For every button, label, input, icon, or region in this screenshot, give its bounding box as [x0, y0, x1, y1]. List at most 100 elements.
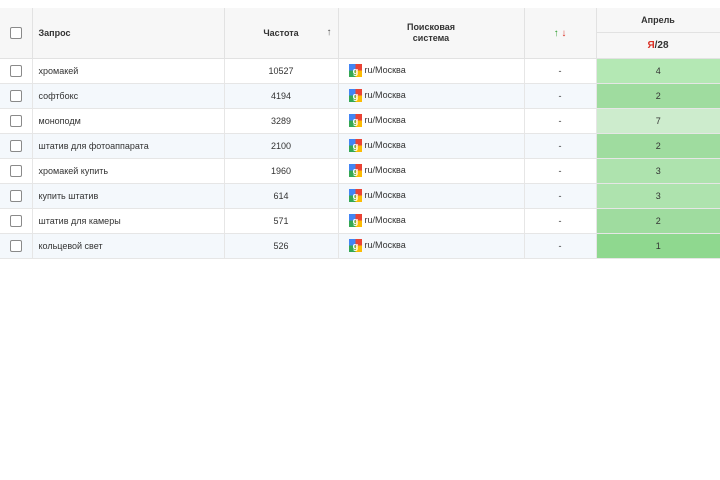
- query-cell[interactable]: моноподм: [32, 108, 225, 134]
- google-icon: g: [348, 188, 362, 202]
- row-checkbox[interactable]: [9, 165, 22, 177]
- trend-column-header: ↑ ↓: [524, 8, 597, 59]
- trend-down-icon: ↓: [561, 27, 567, 39]
- search-engine-cell: g ru/Москва: [338, 233, 525, 259]
- trend-cell: -: [524, 58, 597, 84]
- yandex-letter: Я: [647, 40, 655, 51]
- position-cell[interactable]: 3: [596, 183, 720, 209]
- google-icon: g: [348, 138, 362, 152]
- table-row: моноподм 3289 g ru/Москва -7: [0, 108, 720, 134]
- select-all-checkbox[interactable]: [9, 27, 22, 39]
- frequency-cell: 571: [224, 208, 339, 234]
- trend-cell: -: [524, 133, 597, 159]
- row-checkbox[interactable]: [9, 190, 22, 202]
- google-icon: g: [348, 63, 362, 77]
- row-select-cell: [0, 133, 33, 159]
- row-select-cell: [0, 183, 33, 209]
- trend-cell: -: [524, 233, 597, 259]
- row-checkbox[interactable]: [9, 115, 22, 127]
- search-engine-cell: g ru/Москва: [338, 58, 525, 84]
- table-row: штатив для фотоаппарата 2100 g ru/Москва -2: [0, 133, 720, 159]
- search-engine-region: ru/Москва: [364, 240, 406, 250]
- frequency-cell: 614: [224, 183, 339, 209]
- sort-up-icon[interactable]: ↑: [327, 27, 332, 38]
- svg-text:g: g: [352, 116, 358, 126]
- frequency-cell: 526: [224, 233, 339, 259]
- query-cell[interactable]: штатив для фотоаппарата: [32, 133, 225, 159]
- table-row: штатив для камеры 571 g ru/Москва -2: [0, 208, 720, 234]
- frequency-cell: 2100: [224, 133, 339, 159]
- row-select-cell: [0, 108, 33, 134]
- search-engine-region: ru/Москва: [364, 190, 406, 200]
- select-all-cell: [0, 8, 33, 59]
- search-engine-region: ru/Москва: [364, 65, 406, 75]
- search-engine-region: ru/Москва: [364, 90, 406, 100]
- trend-cell: -: [524, 158, 597, 184]
- svg-text:g: g: [352, 216, 358, 226]
- row-checkbox[interactable]: [9, 65, 22, 77]
- date-column-header[interactable]: Я/28: [596, 32, 720, 59]
- frequency-column-header[interactable]: Частота ↑: [224, 8, 339, 59]
- google-icon: g: [348, 238, 362, 252]
- row-checkbox[interactable]: [9, 140, 22, 152]
- row-select-cell: [0, 83, 33, 109]
- query-cell[interactable]: штатив для камеры: [32, 208, 225, 234]
- query-cell[interactable]: купить штатив: [32, 183, 225, 209]
- frequency-header-label: Частота: [263, 28, 299, 38]
- row-select-cell: [0, 208, 33, 234]
- svg-text:g: g: [352, 241, 358, 251]
- search-engine-column-header: Поисковая система: [338, 8, 525, 59]
- search-engine-region: ru/Москва: [364, 115, 406, 125]
- query-column-header[interactable]: Запрос: [32, 8, 225, 59]
- position-cell[interactable]: 2: [596, 133, 720, 159]
- trend-cell: -: [524, 83, 597, 109]
- query-cell[interactable]: кольцевой свет: [32, 233, 225, 259]
- search-engine-cell: g ru/Москва: [338, 183, 525, 209]
- frequency-cell: 3289: [224, 108, 339, 134]
- svg-text:g: g: [352, 141, 358, 151]
- query-cell[interactable]: хромакей: [32, 58, 225, 84]
- position-cell[interactable]: 3: [596, 158, 720, 184]
- table-row: софтбокс 4194 g ru/Москва -2: [0, 83, 720, 109]
- position-cell[interactable]: 4: [596, 58, 720, 84]
- trend-cell: -: [524, 108, 597, 134]
- table-header: Запрос Частота ↑ Поисковая система ↑ ↓ А…: [0, 8, 720, 59]
- search-engine-region: ru/Москва: [364, 165, 406, 175]
- position-cell[interactable]: 2: [596, 208, 720, 234]
- position-cell[interactable]: 2: [596, 83, 720, 109]
- svg-text:g: g: [352, 166, 358, 176]
- google-icon: g: [348, 213, 362, 227]
- row-checkbox[interactable]: [9, 240, 22, 252]
- search-engine-header-line1: Поисковая: [406, 22, 456, 32]
- position-cell[interactable]: 7: [596, 108, 720, 134]
- trend-cell: -: [524, 183, 597, 209]
- table-row: кольцевой свет 526 g ru/Москва -1: [0, 233, 720, 259]
- row-select-cell: [0, 158, 33, 184]
- query-cell[interactable]: хромакей купить: [32, 158, 225, 184]
- search-engine-cell: g ru/Москва: [338, 83, 525, 109]
- position-cell[interactable]: 1: [596, 233, 720, 259]
- table-body: хромакей 10527 g ru/Москва -4 софтбокс 4194 g ru…: [0, 58, 720, 259]
- row-checkbox[interactable]: [9, 215, 22, 227]
- trend-up-icon: ↑: [553, 27, 559, 39]
- row-checkbox[interactable]: [9, 90, 22, 102]
- frequency-cell: 4194: [224, 83, 339, 109]
- date-day: 28: [657, 40, 669, 51]
- search-engine-cell: g ru/Москва: [338, 108, 525, 134]
- table-row: купить штатив 614 g ru/Москва -3: [0, 183, 720, 209]
- positions-table: Запрос Частота ↑ Поисковая система ↑ ↓ А…: [0, 8, 720, 259]
- google-icon: g: [348, 113, 362, 127]
- frequency-cell: 10527: [224, 58, 339, 84]
- row-select-cell: [0, 58, 33, 84]
- svg-text:g: g: [352, 66, 358, 76]
- search-engine-region: ru/Москва: [364, 215, 406, 225]
- trend-cell: -: [524, 208, 597, 234]
- search-engine-cell: g ru/Москва: [338, 133, 525, 159]
- google-icon: g: [348, 163, 362, 177]
- search-engine-header-line2: система: [412, 33, 450, 43]
- svg-text:g: g: [352, 91, 358, 101]
- row-select-cell: [0, 233, 33, 259]
- svg-text:g: g: [352, 191, 358, 201]
- query-cell[interactable]: софтбокс: [32, 83, 225, 109]
- google-icon: g: [348, 88, 362, 102]
